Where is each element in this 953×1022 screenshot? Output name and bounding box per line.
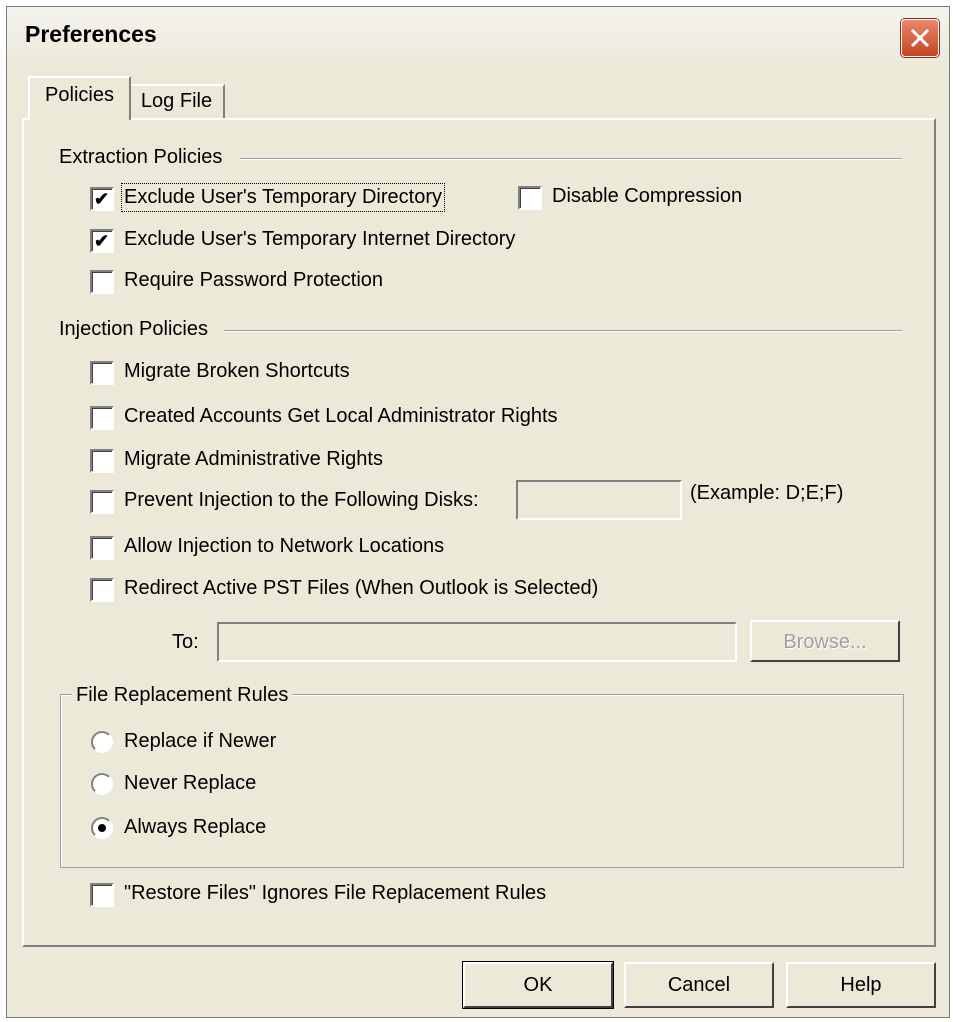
cancel-button[interactable]: Cancel — [624, 962, 774, 1008]
restore-ignores-label[interactable]: "Restore Files" Ignores File Replacement… — [124, 882, 546, 905]
always-replace-label[interactable]: Always Replace — [124, 816, 266, 839]
require-password-label[interactable]: Require Password Protection — [124, 269, 383, 292]
disable-compression-label[interactable]: Disable Compression — [552, 185, 742, 208]
prevent-disks-checkbox[interactable] — [90, 490, 114, 514]
prevent-disks-label[interactable]: Prevent Injection to the Following Disks… — [124, 489, 479, 512]
to-label: To: — [172, 631, 199, 653]
file-replacement-heading: File Replacement Rules — [72, 684, 293, 707]
require-password-checkbox[interactable] — [90, 270, 114, 294]
pst-destination-input[interactable] — [217, 622, 737, 662]
allow-network-label[interactable]: Allow Injection to Network Locations — [124, 535, 444, 558]
admin-rights-accounts-label[interactable]: Created Accounts Get Local Administrator… — [124, 405, 558, 428]
migrate-shortcuts-label[interactable]: Migrate Broken Shortcuts — [124, 360, 350, 383]
extraction-policies-heading: Extraction Policies — [59, 146, 223, 168]
exclude-temp-internet-checkbox[interactable]: ✔ — [90, 229, 114, 253]
exclude-temp-dir-checkbox[interactable]: ✔ — [90, 187, 114, 211]
disks-input[interactable] — [516, 480, 682, 520]
redirect-pst-label[interactable]: Redirect Active PST Files (When Outlook … — [124, 577, 598, 600]
always-replace-radio[interactable] — [91, 817, 113, 839]
tab-policies[interactable]: Policies — [28, 76, 131, 120]
never-replace-label[interactable]: Never Replace — [124, 772, 256, 795]
ok-button[interactable]: OK — [462, 961, 614, 1009]
disable-compression-checkbox[interactable] — [518, 186, 542, 210]
tab-log-file[interactable]: Log File — [128, 84, 225, 120]
replace-if-newer-label[interactable]: Replace if Newer — [124, 730, 276, 753]
window-title: Preferences — [25, 21, 157, 47]
exclude-temp-dir-label[interactable]: Exclude User's Temporary Directory — [121, 183, 445, 212]
migrate-admin-rights-label[interactable]: Migrate Administrative Rights — [124, 448, 383, 471]
restore-ignores-checkbox[interactable] — [90, 883, 114, 907]
title-bar[interactable]: Preferences — [7, 7, 949, 69]
close-button[interactable] — [901, 19, 939, 57]
divider — [224, 330, 902, 332]
close-icon — [910, 28, 930, 48]
migrate-admin-rights-checkbox[interactable] — [90, 449, 114, 473]
admin-rights-accounts-checkbox[interactable] — [90, 406, 114, 430]
redirect-pst-checkbox[interactable] — [90, 578, 114, 602]
checkmark-icon: ✔ — [94, 231, 110, 251]
radio-selected-dot — [98, 824, 106, 832]
divider — [240, 158, 902, 160]
help-button[interactable]: Help — [786, 962, 936, 1008]
allow-network-checkbox[interactable] — [90, 536, 114, 560]
checkmark-icon: ✔ — [94, 189, 110, 209]
disks-example-text: (Example: D;E;F) — [690, 482, 844, 504]
migrate-shortcuts-checkbox[interactable] — [90, 361, 114, 385]
never-replace-radio[interactable] — [91, 773, 113, 795]
injection-policies-heading: Injection Policies — [59, 318, 208, 340]
browse-button[interactable]: Browse... — [750, 620, 900, 662]
replace-if-newer-radio[interactable] — [91, 731, 113, 753]
exclude-temp-internet-label[interactable]: Exclude User's Temporary Internet Direct… — [124, 228, 515, 251]
